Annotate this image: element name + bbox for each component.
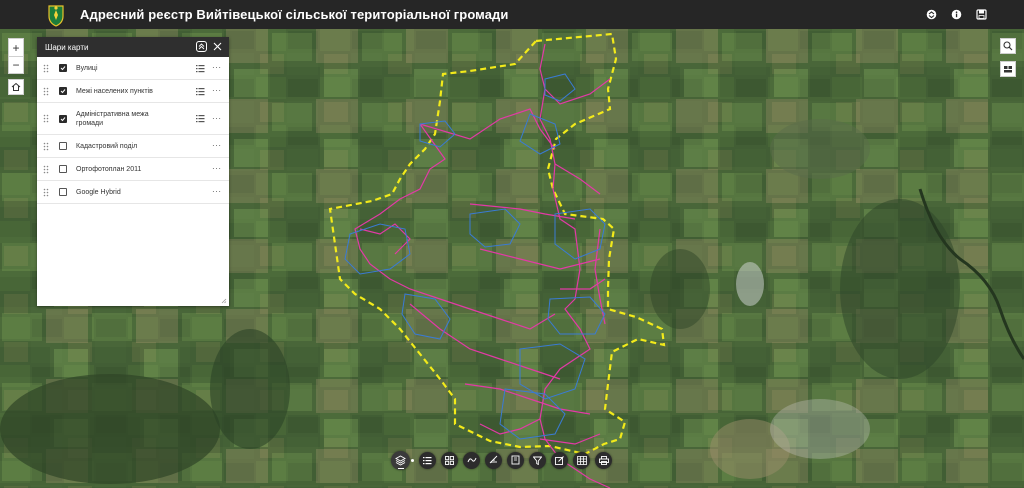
zoom-in-button[interactable]: + bbox=[9, 39, 23, 56]
checkmark-icon bbox=[60, 66, 66, 71]
layer-checkbox[interactable] bbox=[59, 142, 67, 150]
layer-checkbox[interactable] bbox=[59, 114, 67, 123]
zoom-control: + − bbox=[8, 38, 24, 74]
edit-button[interactable] bbox=[551, 451, 568, 469]
panel-header-buttons bbox=[196, 41, 223, 52]
drag-handle-icon[interactable] bbox=[43, 87, 49, 96]
more-options-button[interactable]: ··· bbox=[212, 142, 222, 150]
filter-icon bbox=[533, 456, 542, 465]
more-options-button[interactable]: ··· bbox=[212, 87, 222, 95]
layer-item[interactable]: Ортофотоплан 2011 ··· bbox=[37, 158, 229, 181]
layer-item[interactable]: Межі населених пунктів ··· bbox=[37, 80, 229, 103]
list-button[interactable] bbox=[419, 451, 436, 469]
grid-button[interactable] bbox=[441, 451, 458, 469]
print-button[interactable] bbox=[595, 451, 612, 469]
layer-item[interactable]: Вулиці ··· bbox=[37, 57, 229, 80]
legend-icon[interactable] bbox=[196, 87, 205, 96]
table-icon bbox=[576, 455, 587, 465]
switch-icon[interactable] bbox=[925, 8, 938, 21]
layer-checkbox[interactable] bbox=[59, 64, 67, 72]
drag-handle-icon[interactable] bbox=[43, 142, 49, 151]
search-icon bbox=[1003, 41, 1013, 51]
layer-name: Межі населених пунктів bbox=[76, 87, 153, 95]
home-button[interactable] bbox=[8, 79, 24, 95]
measure-icon bbox=[489, 455, 497, 464]
search-button[interactable] bbox=[1000, 38, 1016, 54]
layer-list: Вулиці ··· Межі населених пунктів ··· Ад… bbox=[37, 57, 229, 204]
chevron-up-icon bbox=[198, 43, 205, 50]
drag-handle-icon[interactable] bbox=[43, 114, 49, 123]
panel-title: Шари карти bbox=[45, 42, 89, 52]
coat-of-arms-logo bbox=[48, 4, 64, 27]
layer-item[interactable]: Google Hybrid ··· bbox=[37, 181, 229, 204]
layer-checkbox[interactable] bbox=[59, 188, 67, 196]
drag-handle-icon[interactable] bbox=[43, 165, 49, 174]
layers-icon bbox=[395, 454, 406, 466]
table-button[interactable] bbox=[573, 451, 590, 469]
layers-button[interactable] bbox=[391, 450, 410, 470]
measure-button[interactable] bbox=[485, 451, 502, 469]
list-icon bbox=[423, 456, 432, 464]
layer-item[interactable]: Адміністративна межа громади ··· bbox=[37, 103, 229, 135]
collapse-button[interactable] bbox=[196, 41, 207, 52]
bookmark-icon bbox=[511, 455, 520, 465]
checkmark-icon bbox=[60, 89, 66, 94]
close-button[interactable] bbox=[212, 41, 223, 52]
layer-checkbox[interactable] bbox=[59, 165, 67, 173]
active-indicator bbox=[411, 458, 414, 462]
zoom-out-button[interactable]: − bbox=[9, 56, 23, 73]
bottom-toolbar bbox=[391, 449, 612, 471]
legend-icon[interactable] bbox=[196, 114, 205, 123]
drag-handle-icon[interactable] bbox=[43, 64, 49, 73]
home-icon bbox=[11, 82, 21, 91]
layer-name: Ортофотоплан 2011 bbox=[76, 165, 142, 173]
app-title: Адресний реєстр Вийтівецької сільської т… bbox=[80, 7, 509, 22]
filter-button[interactable] bbox=[529, 451, 546, 469]
layer-checkbox[interactable] bbox=[59, 87, 67, 95]
draw-button[interactable] bbox=[463, 451, 480, 469]
layer-name: Вулиці bbox=[76, 64, 98, 72]
header-tools bbox=[925, 0, 988, 29]
drag-handle-icon[interactable] bbox=[43, 188, 49, 197]
app-header: Адресний реєстр Вийтівецької сільської т… bbox=[0, 0, 1024, 29]
edit-icon bbox=[555, 455, 564, 465]
more-options-button[interactable]: ··· bbox=[212, 114, 222, 123]
draw-icon bbox=[467, 457, 476, 463]
layer-name: Адміністративна межа громади bbox=[76, 110, 149, 127]
save-icon[interactable] bbox=[975, 8, 988, 21]
print-icon bbox=[598, 455, 609, 465]
grid-icon bbox=[445, 455, 454, 465]
active-underline bbox=[398, 468, 404, 469]
layer-name: Кадастровий поділ bbox=[76, 142, 138, 150]
panel-header: Шари карти bbox=[37, 37, 229, 57]
resize-handle-icon[interactable] bbox=[221, 298, 227, 304]
more-options-button[interactable]: ··· bbox=[212, 64, 222, 72]
layer-list-panel: Шари карти Вулиці ··· Межі населених пун… bbox=[37, 37, 229, 306]
layer-name: Google Hybrid bbox=[76, 188, 121, 196]
basemap-icon bbox=[1004, 66, 1012, 73]
basemap-button[interactable] bbox=[1000, 61, 1016, 77]
bookmark-button[interactable] bbox=[507, 451, 524, 469]
checkmark-icon bbox=[60, 116, 66, 121]
close-icon bbox=[213, 42, 222, 51]
info-icon[interactable] bbox=[950, 8, 963, 21]
more-options-button[interactable]: ··· bbox=[212, 188, 222, 196]
more-options-button[interactable]: ··· bbox=[212, 165, 222, 173]
layer-item[interactable]: Кадастровий поділ ··· bbox=[37, 135, 229, 158]
legend-icon[interactable] bbox=[196, 64, 205, 73]
